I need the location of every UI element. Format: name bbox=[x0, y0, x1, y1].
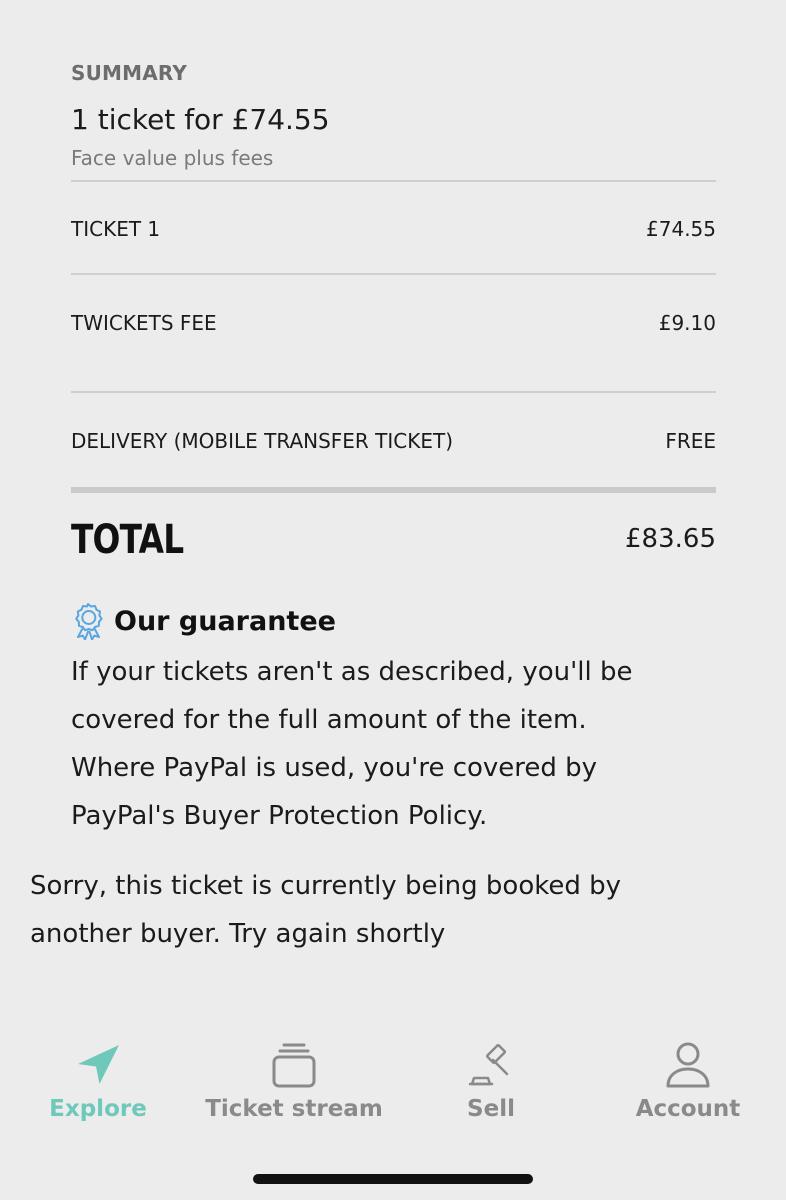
line-item-value: FREE bbox=[665, 429, 716, 453]
guarantee-description: If your tickets aren't as described, you… bbox=[71, 648, 731, 840]
guarantee-line: Where PayPal is used, you're covered by bbox=[71, 753, 598, 783]
total-divider bbox=[71, 487, 716, 493]
booking-error-message: Sorry, this ticket is currently being bo… bbox=[30, 862, 750, 958]
guarantee-line: covered for the full amount of the item. bbox=[71, 705, 587, 735]
tab-label: Ticket stream bbox=[205, 1096, 383, 1122]
guarantee-section: Our guarantee If your tickets aren't as … bbox=[71, 600, 731, 840]
error-line: Sorry, this ticket is currently being bo… bbox=[30, 871, 622, 901]
tab-label: Account bbox=[635, 1096, 741, 1122]
line-item-fee: TWICKETS FEE £9.10 bbox=[71, 310, 716, 336]
guarantee-line: If your tickets aren't as described, you… bbox=[71, 657, 633, 687]
line-item-value: £74.55 bbox=[646, 217, 716, 241]
line-item-label: DELIVERY (MOBILE TRANSFER TICKET) bbox=[71, 429, 454, 453]
line-item-label: TWICKETS FEE bbox=[71, 311, 217, 335]
divider bbox=[71, 180, 716, 182]
summary-section-label: SUMMARY bbox=[71, 61, 188, 85]
tab-account[interactable]: Account bbox=[590, 1038, 786, 1122]
tab-sell[interactable]: Sell bbox=[393, 1038, 589, 1122]
line-item-value: £9.10 bbox=[658, 311, 716, 335]
ticket-stack-icon bbox=[272, 1043, 316, 1088]
ticket-count-headline: 1 ticket for £74.55 bbox=[71, 103, 330, 136]
home-indicator[interactable] bbox=[253, 1174, 533, 1184]
tab-explore[interactable]: Explore bbox=[0, 1038, 196, 1122]
tab-ticket-stream[interactable]: Ticket stream bbox=[196, 1038, 392, 1122]
guarantee-title: Our guarantee bbox=[114, 605, 336, 637]
gavel-icon bbox=[468, 1043, 509, 1086]
award-ribbon-icon bbox=[75, 603, 103, 640]
bottom-tab-bar: Explore Ticket stream Sell Account bbox=[0, 1038, 786, 1138]
guarantee-line: PayPal's Buyer Protection Policy. bbox=[71, 801, 488, 831]
guarantee-header: Our guarantee bbox=[71, 600, 731, 642]
navigation-arrow-icon bbox=[78, 1045, 119, 1084]
line-item-label: TICKET 1 bbox=[71, 217, 161, 241]
line-item-delivery: DELIVERY (MOBILE TRANSFER TICKET) FREE bbox=[71, 428, 716, 454]
order-summary-header: SUMMARY 1 ticket for £74.55 Face value p… bbox=[71, 58, 716, 171]
divider bbox=[71, 391, 716, 393]
line-item-ticket: TICKET 1 £74.55 bbox=[71, 216, 716, 242]
tab-label: Sell bbox=[467, 1096, 515, 1122]
total-value: £83.65 bbox=[625, 524, 716, 554]
tab-label: Explore bbox=[49, 1096, 147, 1122]
error-line: another buyer. Try again shortly bbox=[30, 919, 446, 949]
total-label: TOTAL bbox=[71, 517, 184, 563]
face-value-note: Face value plus fees bbox=[71, 146, 274, 170]
divider bbox=[71, 273, 716, 275]
user-icon bbox=[666, 1042, 710, 1088]
